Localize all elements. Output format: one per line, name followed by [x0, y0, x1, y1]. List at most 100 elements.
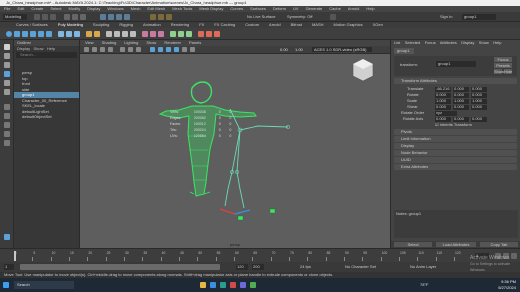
edge-icon[interactable]: [210, 282, 216, 288]
focus-button[interactable]: Focus: [494, 57, 512, 62]
section-transform-attributes[interactable]: Transform Attributes: [394, 78, 517, 84]
scale-tool-icon[interactable]: [4, 89, 10, 95]
bridge-icon[interactable]: [122, 31, 128, 37]
rotate-z-field[interactable]: 0.000: [471, 92, 487, 98]
shelf-tab-rigging[interactable]: Rigging: [119, 22, 133, 27]
notes-area[interactable]: Notes: group1: [394, 210, 518, 238]
viewport-menu-lighting[interactable]: Lighting: [124, 40, 138, 45]
mirror-icon[interactable]: [94, 31, 100, 37]
shelf-tab-custom[interactable]: Custom: [245, 22, 259, 27]
poly-cylinder-icon[interactable]: [22, 31, 28, 37]
delete-history-icon[interactable]: [198, 31, 204, 37]
ae-menu-help[interactable]: Help: [493, 40, 501, 45]
transform-field-icon[interactable]: [330, 14, 336, 20]
shelf-tab-poly-modeling[interactable]: Poly Modeling: [58, 22, 83, 27]
extrude-icon[interactable]: [106, 31, 112, 37]
ae-menu-attributes[interactable]: Attributes: [440, 40, 457, 45]
mel-button-icon[interactable]: [4, 234, 10, 240]
poly-sphere-icon[interactable]: [6, 31, 12, 37]
film-gate-icon[interactable]: [128, 47, 133, 52]
max-frame-field[interactable]: 200: [252, 264, 264, 270]
hide-button[interactable]: Hide: [504, 69, 512, 74]
ae-menu-display[interactable]: Display: [461, 40, 474, 45]
camera-attributes-icon[interactable]: [92, 47, 97, 52]
snap-curve-icon[interactable]: [108, 14, 114, 20]
new-scene-icon[interactable]: [34, 14, 40, 20]
snap-grid-icon[interactable]: [100, 14, 106, 20]
scale-z-field[interactable]: 1.000: [471, 98, 487, 104]
smooth-icon[interactable]: [74, 31, 80, 37]
shear-y-field[interactable]: 0.000: [453, 104, 469, 110]
menu-modify[interactable]: Modify: [69, 6, 81, 11]
four-view-icon[interactable]: [4, 113, 10, 119]
exposure-field[interactable]: 0.00: [280, 47, 288, 52]
graph-layout-icon[interactable]: [4, 140, 10, 146]
app-icon[interactable]: [230, 282, 236, 288]
render-icon[interactable]: [150, 14, 156, 20]
menu-mesh-display[interactable]: Mesh Display: [199, 6, 223, 11]
menu-deform[interactable]: Deform: [273, 6, 286, 11]
shear-x-field[interactable]: 0.000: [435, 104, 451, 110]
rotate-order-dropdown[interactable]: xyz: [435, 110, 457, 116]
menu-mesh[interactable]: Mesh: [131, 6, 141, 11]
rotate-axis-z-field[interactable]: 0.000: [471, 116, 487, 122]
menu-help[interactable]: Help: [366, 6, 374, 11]
copy-tab-button[interactable]: Copy Tab: [480, 242, 518, 247]
section-limit-information[interactable]: Limit Information: [394, 136, 517, 142]
menu-edit-mesh[interactable]: Edit Mesh: [147, 6, 165, 11]
shelf-tab-animation[interactable]: Animation: [143, 22, 161, 27]
section-uuid[interactable]: UUID: [394, 157, 517, 163]
shelf-tab-curves[interactable]: Curves / Surfaces: [16, 22, 48, 27]
menu-uv[interactable]: UV: [293, 6, 299, 11]
quad-draw-icon[interactable]: [158, 31, 164, 37]
combine-icon[interactable]: [58, 31, 64, 37]
rotate-y-field[interactable]: 0.000: [453, 92, 469, 98]
wireframe-icon[interactable]: [150, 47, 155, 52]
bookmark-icon[interactable]: [100, 47, 105, 52]
ae-menu-selected[interactable]: Selected: [405, 40, 421, 45]
menu-mesh-tools[interactable]: Mesh Tools: [172, 6, 192, 11]
translate-y-field[interactable]: 0.000: [453, 86, 469, 92]
menu-file[interactable]: File: [0, 6, 10, 11]
center-pivot-icon[interactable]: [214, 31, 220, 37]
translate-x-field[interactable]: -66.216: [435, 86, 451, 92]
start-frame-field[interactable]: 1: [4, 264, 14, 270]
menu-arnold[interactable]: Arnold: [348, 6, 360, 11]
maya-icon[interactable]: [220, 282, 226, 288]
end-frame-field[interactable]: 120: [236, 264, 248, 270]
section-display[interactable]: Display: [394, 143, 517, 149]
section-pivots[interactable]: Pivots: [394, 129, 517, 135]
outliner-menu-help[interactable]: Help: [47, 46, 55, 51]
character-set-dropdown[interactable]: No Character Set: [345, 264, 376, 270]
menu-surfaces[interactable]: Surfaces: [250, 6, 266, 11]
side-by-side-icon[interactable]: [4, 122, 10, 128]
grid-toggle-icon[interactable]: [120, 47, 125, 52]
start-icon[interactable]: [3, 282, 9, 288]
current-time-marker[interactable]: [14, 251, 16, 261]
shelf-tab-mash[interactable]: MASH: [312, 22, 324, 27]
menu-generate[interactable]: Generate: [306, 6, 323, 11]
viewport-menu-panels[interactable]: Panels: [189, 40, 201, 45]
ae-menu-list[interactable]: List: [394, 40, 400, 45]
menu-cache[interactable]: Cache: [329, 6, 341, 11]
view-cube[interactable]: [352, 58, 374, 82]
ae-menu-show[interactable]: Show: [479, 40, 489, 45]
save-scene-icon[interactable]: [50, 14, 56, 20]
append-icon[interactable]: [130, 31, 136, 37]
scale-x-field[interactable]: 1.000: [435, 98, 451, 104]
viewport-menu-renderer[interactable]: Renderer: [164, 40, 181, 45]
outliner-item-default-object-set[interactable]: defaultObjectSet: [14, 114, 79, 120]
weather-label[interactable]: 78°F: [420, 281, 429, 289]
freeze-transform-icon[interactable]: [206, 31, 212, 37]
section-node-behavior[interactable]: Node Behavior: [394, 150, 517, 156]
menu-curves[interactable]: Curves: [230, 6, 243, 11]
range-bar[interactable]: [20, 264, 220, 270]
snap-point-icon[interactable]: [116, 14, 122, 20]
shear-z-field[interactable]: 0.000: [471, 104, 487, 110]
single-view-icon[interactable]: [4, 104, 10, 110]
colorspace-dropdown[interactable]: ACES 1.0 SDR-video (sRGB): [312, 47, 372, 52]
workspace-dropdown[interactable]: Modeling: [3, 14, 27, 20]
outliner-menu-show[interactable]: Show: [33, 46, 43, 51]
auto-map-icon[interactable]: [186, 31, 192, 37]
shelf-tab-bifrost[interactable]: Bifrost: [291, 22, 302, 27]
